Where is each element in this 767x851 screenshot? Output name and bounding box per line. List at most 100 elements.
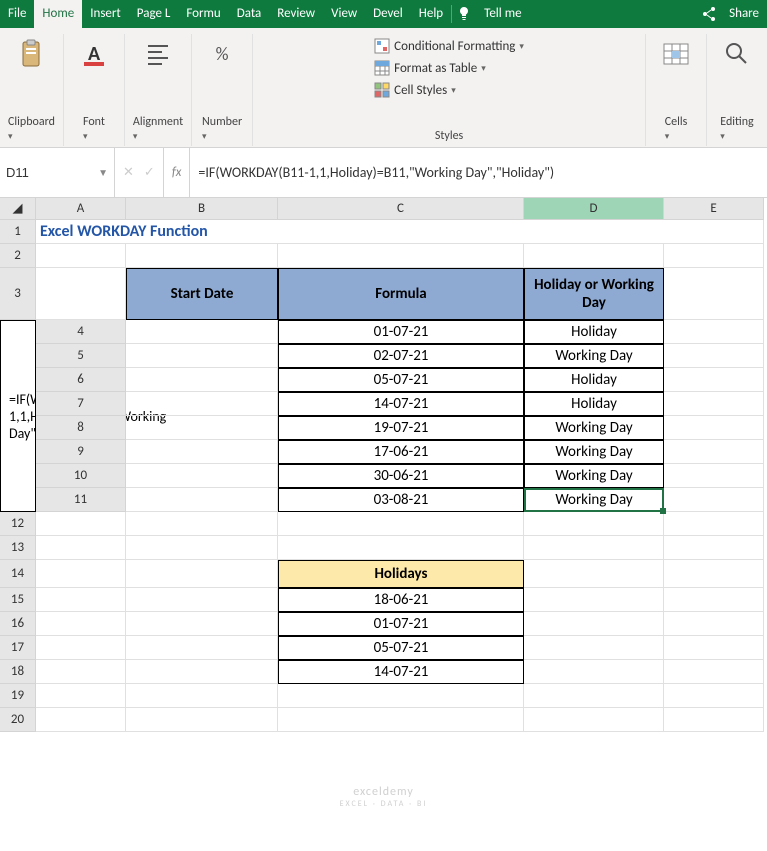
cell-B5[interactable]: 02-07-21 xyxy=(278,344,524,368)
cell-C17[interactable]: 05-07-21 xyxy=(278,636,524,660)
name-box-input[interactable] xyxy=(6,165,76,180)
chevron-down-icon[interactable]: ▾ xyxy=(83,131,88,142)
cell-D9[interactable]: Working Day xyxy=(524,440,664,464)
cell-D5[interactable]: Working Day xyxy=(524,344,664,368)
tab-page-layout[interactable]: Page L xyxy=(129,0,179,28)
row-header[interactable]: 15 xyxy=(0,588,36,612)
cell-B10[interactable]: 30-06-21 xyxy=(278,464,524,488)
cell-E4[interactable] xyxy=(664,320,764,344)
cell-B18[interactable] xyxy=(126,660,278,684)
cell-A2[interactable] xyxy=(36,244,126,268)
cell-A15[interactable] xyxy=(36,588,126,612)
cell-B13[interactable] xyxy=(126,536,278,560)
cell-E18[interactable] xyxy=(664,660,764,684)
cell-D18[interactable] xyxy=(524,660,664,684)
cell-B2[interactable] xyxy=(126,244,278,268)
tell-me[interactable]: Tell me xyxy=(476,0,529,28)
cell-D19[interactable] xyxy=(524,684,664,708)
cell-D3[interactable]: Holiday or Working Day xyxy=(524,268,664,320)
enter-icon[interactable]: ✓ xyxy=(144,165,155,180)
cell-A11[interactable] xyxy=(126,488,278,512)
chevron-down-icon[interactable]: ▾ xyxy=(665,131,670,142)
row-header[interactable]: 19 xyxy=(0,684,36,708)
cell-A18[interactable] xyxy=(36,660,126,684)
row-header[interactable]: 6 xyxy=(36,368,126,392)
font-button[interactable]: A xyxy=(72,34,116,76)
fx-icon[interactable]: fx xyxy=(164,148,191,197)
cell-C19[interactable] xyxy=(278,684,524,708)
row-header[interactable]: 2 xyxy=(0,244,36,268)
select-all[interactable]: ◢ xyxy=(0,198,36,220)
cell-D14[interactable] xyxy=(524,560,664,588)
cell-E5[interactable] xyxy=(664,344,764,368)
cell-E2[interactable] xyxy=(664,244,764,268)
share-button[interactable]: Share xyxy=(721,0,767,28)
cell-E8[interactable] xyxy=(664,416,764,440)
row-header[interactable]: 20 xyxy=(0,708,36,732)
cell-E13[interactable] xyxy=(664,536,764,560)
col-header[interactable]: C xyxy=(278,198,524,220)
cell-D16[interactable] xyxy=(524,612,664,636)
tab-file[interactable]: File xyxy=(0,0,34,28)
cell-D2[interactable] xyxy=(524,244,664,268)
cell-E3[interactable] xyxy=(664,268,764,320)
cell-C2[interactable] xyxy=(278,244,524,268)
row-header[interactable]: 8 xyxy=(36,416,126,440)
cell-E7[interactable] xyxy=(664,392,764,416)
cell-E17[interactable] xyxy=(664,636,764,660)
tab-insert[interactable]: Insert xyxy=(82,0,129,28)
row-header[interactable]: 14 xyxy=(0,560,36,588)
row-header[interactable]: 18 xyxy=(0,660,36,684)
editing-button[interactable] xyxy=(715,34,759,76)
cell-E15[interactable] xyxy=(664,588,764,612)
formula-input[interactable]: =IF(WORKDAY(B11-1,1,Holiday)=B11,"Workin… xyxy=(190,148,767,197)
cell-C16[interactable]: 01-07-21 xyxy=(278,612,524,636)
cell-C20[interactable] xyxy=(278,708,524,732)
tab-developer[interactable]: Devel xyxy=(365,0,411,28)
cell-A3[interactable] xyxy=(36,268,126,320)
cell-E6[interactable] xyxy=(664,368,764,392)
cell-A8[interactable] xyxy=(126,416,278,440)
cell-A9[interactable] xyxy=(126,440,278,464)
cell-B16[interactable] xyxy=(126,612,278,636)
conditional-formatting-button[interactable]: Conditional Formatting ▾ xyxy=(370,36,528,56)
col-header[interactable]: E xyxy=(664,198,764,220)
cell-D6[interactable]: Holiday xyxy=(524,368,664,392)
cell-C4[interactable]: =IF(WORKDAY(date-1,1,Holiday)=date,"Work… xyxy=(0,320,36,512)
cell-E11[interactable] xyxy=(664,488,764,512)
cell-A14[interactable] xyxy=(36,560,126,588)
cell-A19[interactable] xyxy=(36,684,126,708)
chevron-down-icon[interactable]: ▼ xyxy=(98,166,108,179)
col-header[interactable]: D xyxy=(524,198,664,220)
cells-button[interactable] xyxy=(654,34,698,76)
row-header[interactable]: 3 xyxy=(0,268,36,320)
cell-A7[interactable] xyxy=(126,392,278,416)
row-header[interactable]: 16 xyxy=(0,612,36,636)
cancel-icon[interactable]: ✕ xyxy=(123,165,134,180)
cell-D15[interactable] xyxy=(524,588,664,612)
cell-A12[interactable] xyxy=(36,512,126,536)
tab-formulas[interactable]: Formu xyxy=(178,0,228,28)
col-header[interactable]: B xyxy=(126,198,278,220)
cell-E9[interactable] xyxy=(664,440,764,464)
alignment-button[interactable] xyxy=(136,34,180,76)
cell-D13[interactable] xyxy=(524,536,664,560)
col-header[interactable]: A xyxy=(36,198,126,220)
cell-D4[interactable]: Holiday xyxy=(524,320,664,344)
cell-styles-button[interactable]: Cell Styles ▾ xyxy=(370,80,528,100)
chevron-down-icon[interactable]: ▾ xyxy=(8,131,13,142)
cell-B17[interactable] xyxy=(126,636,278,660)
cell-A20[interactable] xyxy=(36,708,126,732)
chevron-down-icon[interactable]: ▾ xyxy=(202,131,207,142)
cell-D10[interactable]: Working Day xyxy=(524,464,664,488)
cell-E10[interactable] xyxy=(664,464,764,488)
cell-E12[interactable] xyxy=(664,512,764,536)
cell-D8[interactable]: Working Day xyxy=(524,416,664,440)
cell-D17[interactable] xyxy=(524,636,664,660)
chevron-down-icon[interactable]: ▾ xyxy=(133,131,138,142)
cell-E19[interactable] xyxy=(664,684,764,708)
cell-B8[interactable]: 19-07-21 xyxy=(278,416,524,440)
tab-help[interactable]: Help xyxy=(411,0,451,28)
cell-C3[interactable]: Formula xyxy=(278,268,524,320)
row-header[interactable]: 5 xyxy=(36,344,126,368)
